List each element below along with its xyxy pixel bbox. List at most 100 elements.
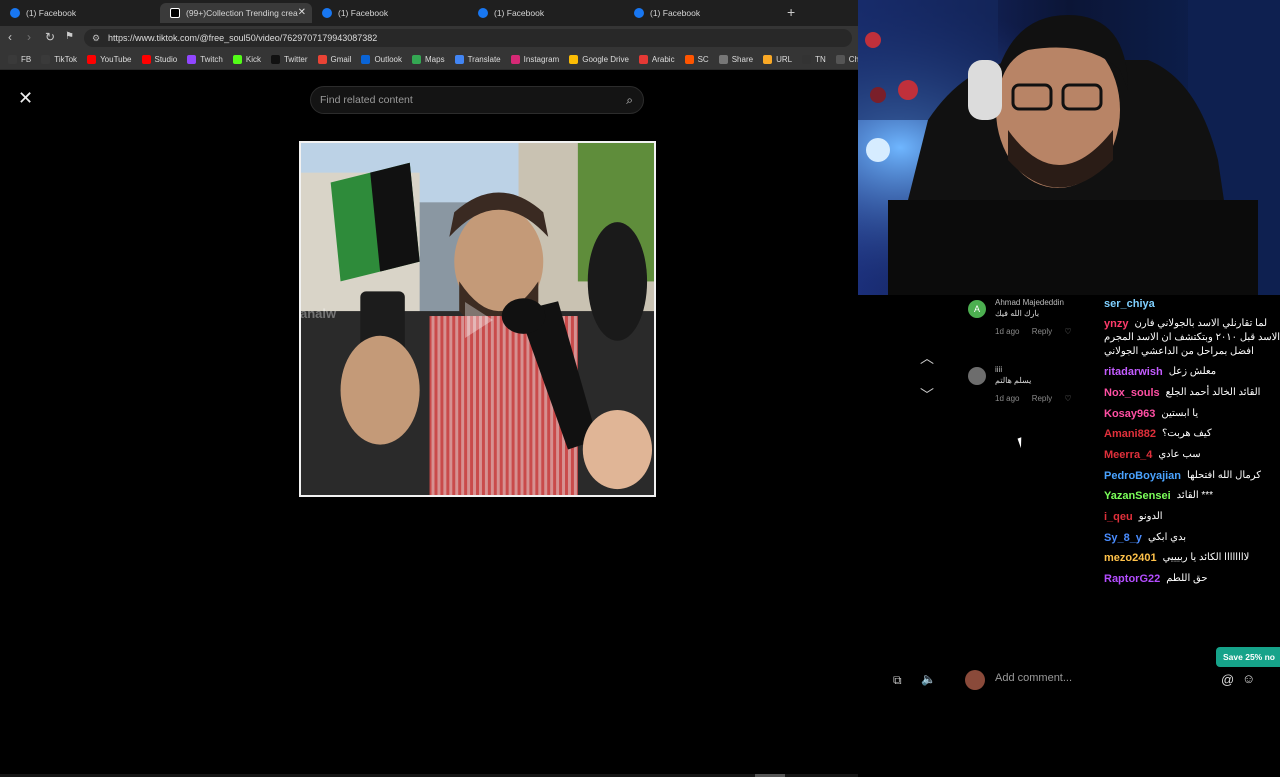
avatar-letter: A: [973, 304, 980, 314]
browser-tab-4[interactable]: (1) Facebook: [468, 3, 624, 23]
reload-icon[interactable]: ↻: [45, 30, 55, 44]
bookmark-item[interactable]: FB: [8, 55, 31, 64]
bookmark-item[interactable]: Outlook: [361, 55, 402, 64]
chat-message: PedroBoyajian كرمال الله افتحلها: [1104, 470, 1261, 482]
bookmark-item[interactable]: Kick: [232, 55, 261, 64]
facebook-icon: [322, 8, 332, 18]
bookmark-label: YouTube: [100, 55, 132, 64]
add-comment-input[interactable]: Add comment...: [995, 672, 1072, 684]
previous-video-icon[interactable]: ︿: [920, 348, 934, 368]
emoji-icon[interactable]: ☺: [1242, 671, 1255, 686]
forward-icon[interactable]: ›: [27, 30, 31, 44]
chat-message: الاسد قبل ٢٠١٠ وبتكتشف ان الاسد المجرم: [1104, 332, 1280, 343]
browser-tab-1[interactable]: (1) Facebook: [0, 3, 160, 23]
tab-label: (1) Facebook: [650, 8, 701, 18]
bookmark-item[interactable]: Twitter: [270, 55, 308, 64]
play-icon[interactable]: [465, 302, 493, 338]
reply-button[interactable]: Reply: [1032, 394, 1052, 403]
chat-message: i_qeu الدونو: [1104, 511, 1163, 523]
chat-message: ser_chiya: [1104, 298, 1161, 310]
url-field[interactable]: ⚙ https://www.tiktok.com/@free_soul50/vi…: [84, 29, 852, 47]
close-tab-icon[interactable]: ✕: [298, 7, 306, 18]
bookmark-icon: [270, 55, 280, 64]
bookmark-icon: [232, 55, 242, 64]
comment-author[interactable]: iiii: [995, 365, 1002, 374]
bookmark-item[interactable]: TN: [802, 55, 826, 64]
new-tab-icon[interactable]: +: [787, 4, 795, 20]
webcam-image: [858, 0, 1280, 295]
like-icon[interactable]: ♡: [1064, 327, 1071, 336]
tiktok-icon: [170, 8, 180, 18]
bookmark-item[interactable]: Google Drive: [569, 55, 629, 64]
bookmark-label: Gmail: [330, 55, 352, 64]
bookmark-label: Share: [731, 55, 754, 64]
tab-bar: (1) Facebook (99+)Collection Trending cr…: [0, 0, 858, 26]
bookmark-item[interactable]: Gmail: [317, 55, 352, 64]
browser-tab-5[interactable]: (1) Facebook: [624, 3, 780, 23]
bookmark-item[interactable]: SC: [684, 55, 709, 64]
chat-text: سب عادي: [1158, 449, 1201, 460]
chat-message: Kosay963 يا ابستين: [1104, 408, 1198, 420]
bookmark-icon[interactable]: ⚑: [65, 31, 74, 42]
bookmark-icon: [569, 55, 579, 64]
chat-text: كرمال الله افتحلها: [1187, 470, 1262, 481]
tab-label: (1) Facebook: [26, 8, 77, 18]
save-badge[interactable]: Save 25% no: [1216, 647, 1280, 667]
bookmark-icon: [317, 55, 327, 64]
search-icon[interactable]: ⌕: [626, 87, 633, 113]
comment-meta: 1d ago Reply ♡: [995, 394, 1082, 403]
bookmark-item[interactable]: Twitch: [187, 55, 223, 64]
bookmark-item[interactable]: Studio: [141, 55, 177, 64]
bookmark-label: Maps: [425, 55, 445, 64]
chat-username: ynzy: [1104, 318, 1129, 330]
bookmark-item[interactable]: Maps: [412, 55, 445, 64]
site-info-icon[interactable]: ⚙: [92, 29, 100, 47]
avatar[interactable]: [965, 670, 985, 690]
chat-text: لما تقارنلي الاسد بالجولاني فارن: [1134, 318, 1268, 329]
chat-text: حق اللطم: [1166, 573, 1208, 584]
bookmark-label: Google Drive: [582, 55, 629, 64]
comment-meta: 1d ago Reply ♡: [995, 327, 1082, 336]
bookmark-icon: [361, 55, 371, 64]
chat-username: i_qeu: [1104, 511, 1133, 523]
chat-username: Meerra_4: [1104, 449, 1153, 461]
tab-label: (1) Facebook: [494, 8, 545, 18]
comment-time: 1d ago: [995, 327, 1020, 336]
bookmark-item[interactable]: Ch: [835, 55, 859, 64]
comment-time: 1d ago: [995, 394, 1020, 403]
avatar[interactable]: [968, 367, 986, 385]
reply-button[interactable]: Reply: [1032, 327, 1052, 336]
bookmark-item[interactable]: Instagram: [510, 55, 559, 64]
next-video-icon[interactable]: ﹀: [920, 385, 934, 405]
bookmark-item[interactable]: URL: [763, 55, 792, 64]
volume-icon[interactable]: 🔈: [921, 672, 936, 686]
chat-username: PedroBoyajian: [1104, 470, 1182, 482]
like-icon[interactable]: ♡: [1064, 394, 1071, 403]
browser-tab-3[interactable]: (1) Facebook: [312, 3, 468, 23]
chat-username: RaptorG22: [1104, 573, 1161, 585]
bookmark-icon: [8, 55, 17, 64]
chat-username: YazanSensei: [1104, 490, 1171, 502]
chat-message: RaptorG22 حق اللطم: [1104, 573, 1208, 585]
bookmark-icon: [187, 55, 197, 64]
chat-message: ynzy لما تقارنلي الاسد بالجولاني فارن: [1104, 318, 1267, 330]
chat-message: YazanSensei القائد ***: [1104, 490, 1213, 502]
chat-message: mezo2401 لاااااااا الكائد يا ربيييي: [1104, 552, 1249, 564]
picture-in-picture-icon[interactable]: ⧉: [893, 673, 902, 688]
bookmark-item[interactable]: YouTube: [87, 55, 132, 64]
back-icon[interactable]: ‹: [8, 30, 12, 44]
webcam-feed: [858, 0, 1280, 295]
bookmark-item[interactable]: Share: [718, 55, 754, 64]
url-text: https://www.tiktok.com/@free_soul50/vide…: [108, 33, 378, 43]
bookmark-item[interactable]: Translate: [454, 55, 501, 64]
close-icon[interactable]: ✕: [18, 88, 33, 109]
browser-tab-2[interactable]: (99+)Collection Trending create ✕: [160, 3, 312, 23]
avatar[interactable]: A: [968, 300, 986, 318]
mention-icon[interactable]: @: [1221, 672, 1234, 687]
bookmark-item[interactable]: TikTok: [41, 55, 77, 64]
bookmark-item[interactable]: Arabic: [638, 55, 675, 64]
comment-author[interactable]: Ahmad Majededdin: [995, 298, 1064, 307]
chat-username: mezo2401: [1104, 552, 1157, 564]
chat-text: القائد ***: [1176, 490, 1214, 501]
search-input[interactable]: Find related content ⌕: [310, 86, 644, 114]
